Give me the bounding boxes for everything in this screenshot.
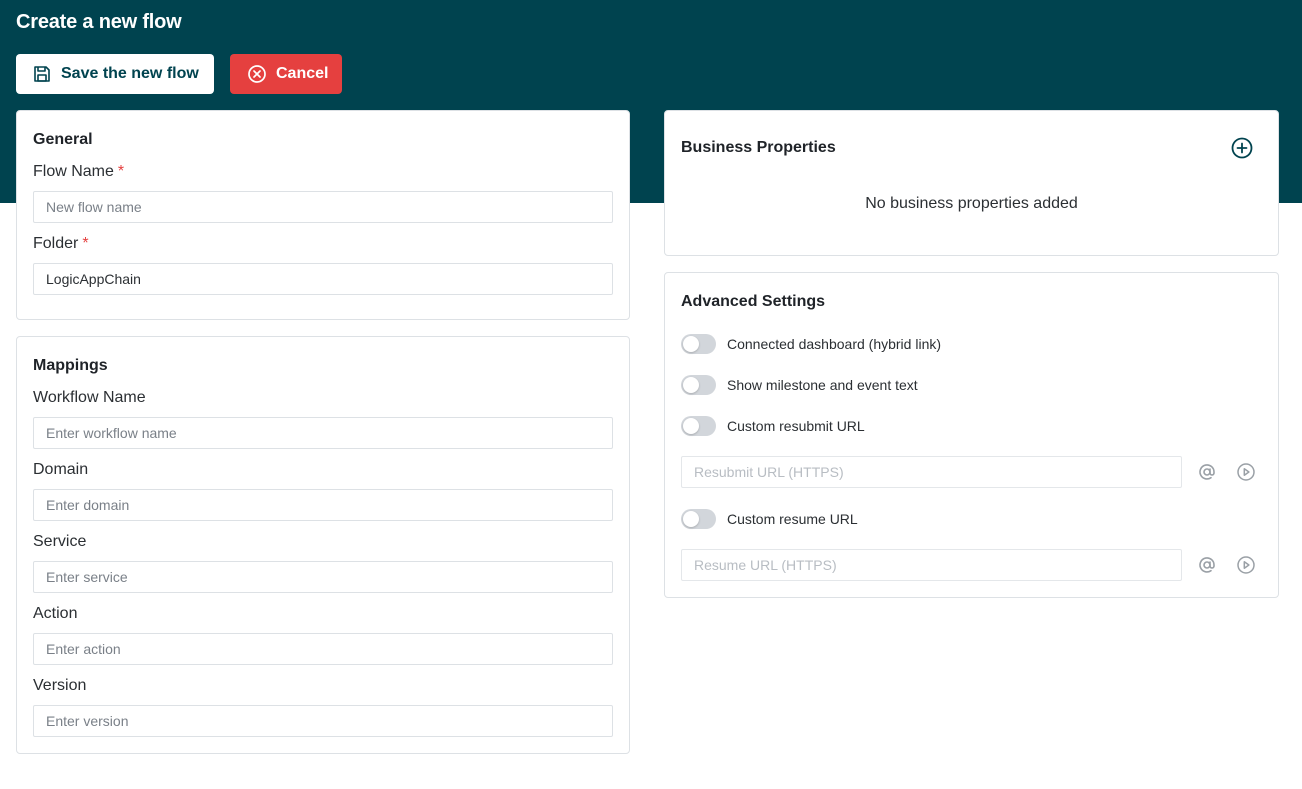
custom-resubmit-label: Custom resubmit URL xyxy=(727,418,865,434)
folder-label: Folder * xyxy=(33,235,89,252)
create-flow-page: Create a new flow Save the new flow Canc… xyxy=(0,0,1302,789)
folder-input[interactable] xyxy=(33,263,613,295)
save-button[interactable]: Save the new flow xyxy=(16,54,214,94)
resubmit-url-input[interactable] xyxy=(681,456,1182,488)
play-circle-icon[interactable] xyxy=(1236,555,1256,575)
custom-resume-toggle[interactable] xyxy=(681,509,716,529)
business-properties-card: Business Properties No business properti… xyxy=(664,110,1279,256)
custom-resume-label: Custom resume URL xyxy=(727,511,858,527)
workflow-name-label: Workflow Name xyxy=(33,389,146,406)
cancel-button-label: Cancel xyxy=(276,65,329,82)
plus-circle-icon[interactable] xyxy=(1230,136,1254,160)
business-properties-title: Business Properties xyxy=(681,139,836,156)
page-title: Create a new flow xyxy=(16,11,182,33)
mappings-title: Mappings xyxy=(33,357,108,374)
version-input[interactable] xyxy=(33,705,613,737)
toggle-row-custom-resubmit: Custom resubmit URL xyxy=(681,415,865,437)
general-card: General Flow Name* Folder* xyxy=(16,110,630,320)
toggle-row-custom-resume: Custom resume URL xyxy=(681,508,858,530)
toggle-row-connected-dashboard: Connected dashboard (hybrid link) xyxy=(681,333,941,355)
show-milestone-toggle[interactable] xyxy=(681,375,716,395)
service-input[interactable] xyxy=(33,561,613,593)
domain-label: Domain xyxy=(33,461,89,478)
flow-name-input[interactable] xyxy=(33,191,613,223)
resume-url-input[interactable] xyxy=(681,549,1182,581)
advanced-settings-title: Advanced Settings xyxy=(681,293,826,310)
mappings-card: Mappings Workflow Name Domain Service Ac… xyxy=(16,336,630,754)
play-circle-icon[interactable] xyxy=(1236,462,1256,482)
required-marker: * xyxy=(82,235,89,252)
version-label: Version xyxy=(33,677,87,694)
advanced-settings-card: Advanced Settings Connected dashboard (h… xyxy=(664,272,1279,598)
at-sign-icon[interactable] xyxy=(1197,462,1217,482)
action-label: Action xyxy=(33,605,78,622)
required-marker: * xyxy=(117,163,125,180)
save-icon xyxy=(32,64,52,84)
flow-name-label: Flow Name * xyxy=(33,163,125,180)
custom-resubmit-toggle[interactable] xyxy=(681,416,716,436)
cancel-button[interactable]: Cancel xyxy=(230,54,342,94)
at-sign-icon[interactable] xyxy=(1197,555,1217,575)
connected-dashboard-toggle[interactable] xyxy=(681,334,716,354)
save-button-label: Save the new flow xyxy=(61,65,199,82)
workflow-name-input[interactable] xyxy=(33,417,613,449)
connected-dashboard-label: Connected dashboard (hybrid link) xyxy=(727,336,942,352)
action-input[interactable] xyxy=(33,633,613,665)
show-milestone-label: Show milestone and event text xyxy=(727,377,918,393)
business-properties-empty-text: No business properties added xyxy=(865,195,1078,212)
toggle-row-show-milestone: Show milestone and event text xyxy=(681,374,918,396)
service-label: Service xyxy=(33,533,87,550)
general-title: General xyxy=(33,131,93,148)
domain-input[interactable] xyxy=(33,489,613,521)
close-circle-icon xyxy=(247,64,267,84)
